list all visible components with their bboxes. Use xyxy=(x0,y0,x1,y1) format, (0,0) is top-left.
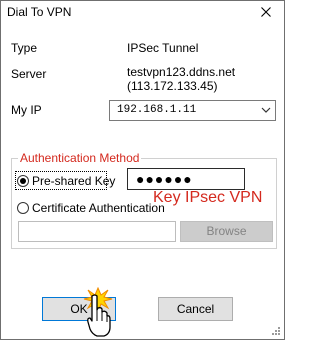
certificate-path-input[interactable] xyxy=(18,221,176,242)
my-ip-label: My IP xyxy=(11,103,42,117)
preshared-radio[interactable] xyxy=(17,175,29,187)
type-value: IPSec Tunnel xyxy=(127,41,199,55)
close-icon xyxy=(261,7,271,17)
certificate-radio[interactable] xyxy=(17,202,29,214)
chevron-down-icon xyxy=(261,107,271,113)
hand-cursor-icon xyxy=(87,294,111,337)
server-label: Server xyxy=(11,67,47,81)
browse-button[interactable]: Browse xyxy=(180,221,273,242)
dial-to-vpn-window: Dial To VPN Type IPSec Tunnel Server tes… xyxy=(0,0,285,340)
cancel-button[interactable]: Cancel xyxy=(158,297,233,321)
my-ip-select[interactable]: 192.168.1.11 xyxy=(109,100,276,121)
preshared-key-input[interactable]: ●●●●●● xyxy=(127,168,245,190)
my-ip-value: 192.168.1.11 xyxy=(117,104,197,116)
type-label: Type xyxy=(11,41,38,55)
window-title: Dial To VPN xyxy=(7,5,72,19)
key-annotation: Key IPsec VPN xyxy=(153,189,263,206)
server-host: testvpn123.ddns.net xyxy=(127,65,236,79)
server-ip: (113.172.133.45) xyxy=(127,79,218,93)
close-button[interactable] xyxy=(252,2,280,22)
preshared-label[interactable]: Pre-shared Key xyxy=(32,174,115,188)
resize-grip-icon[interactable] xyxy=(270,325,280,335)
authentication-group-title: Authentication Method xyxy=(18,151,142,165)
certificate-label[interactable]: Certificate Authentication xyxy=(32,201,165,215)
